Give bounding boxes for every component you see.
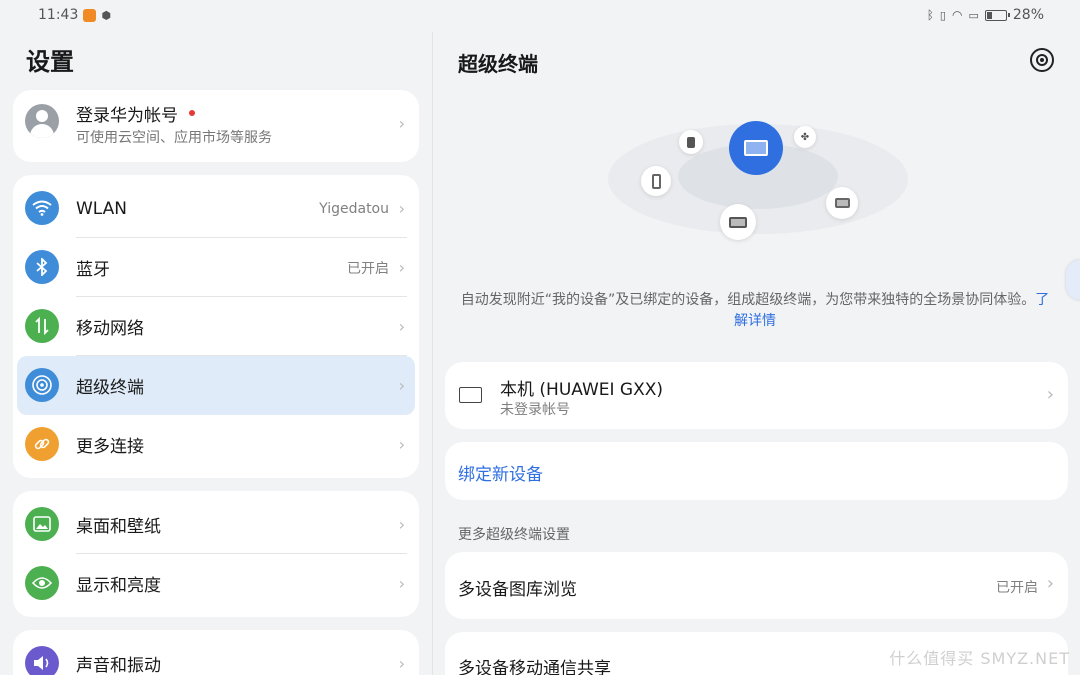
eye-icon [25,566,59,600]
device-radar: ✤ [608,104,908,244]
sidebar-item-mobile-network[interactable]: 移动网络 › [13,297,419,356]
bluetooth-status-icon: ᛒ [926,8,934,22]
this-device-subtitle: 未登录帐号 [500,402,570,418]
bind-new-device-button[interactable]: 绑定新设备 [445,442,1068,500]
chevron-right-icon: › [1046,573,1054,594]
notification-dot [189,110,195,116]
tablet-outline-icon [459,387,482,403]
chevron-right-icon: › [1046,384,1054,405]
this-device-title: 本机 (HUAWEI GXX) [500,380,664,400]
device-this-tablet[interactable] [729,121,783,175]
super-device-icon [25,368,59,402]
speaker-device-icon [687,136,695,148]
this-device-card[interactable]: 本机 (HUAWEI GXX) 未登录帐号 › [445,362,1068,429]
mobile-data-icon [25,309,59,343]
setting-value: 已开启 [996,580,1038,596]
sidebar-item-label: 声音和振动 [76,656,161,675]
sidebar-item-label: 更多连接 [76,437,144,457]
phone-icon [651,173,661,189]
display-group: 桌面和壁纸 › 显示和亮度 › [13,491,419,617]
account-card[interactable]: 登录华为帐号 可使用云空间、应用市场等服务 › [13,90,419,162]
sidebar-item-label: 桌面和壁纸 [76,517,161,537]
laptop-icon [729,216,747,228]
shield-icon: ⬢ [101,8,111,22]
device-phone[interactable] [641,166,671,196]
account-subtitle: 可使用云空间、应用市场等服务 [76,130,272,146]
sidebar-item-more-connections[interactable]: 更多连接 › [13,415,419,474]
status-bar: 11:43 ⬢ ᛒ ▯ ◠ ▭ 28% [0,0,1080,32]
vibrate-icon: ▯ [939,8,946,22]
bluetooth-icon [25,250,59,284]
sidebar-item-bluetooth[interactable]: 蓝牙 已开启 › [13,238,419,297]
status-time: 11:43 [38,7,79,23]
feature-description: 自动发现附近“我的设备”及已绑定的设备，组成超级终端，为您带来独特的全场景协同体… [460,292,1050,329]
wifi-status-icon: ◠ [951,8,963,22]
super-device-panel: 超级终端 ✤ 自动发现附近“我的设备”及已绑定的设备，组成超级终端，为您带来独特… [433,32,1080,675]
section-header: 更多超级终端设置 [458,527,570,543]
sidebar-item-wlan[interactable]: WLAN Yigedatou › [13,179,419,238]
device-earbuds[interactable]: ✤ [794,126,816,148]
watermark: 什么值得买 SMYZ.NET [889,649,1070,668]
chevron-right-icon: › [398,515,405,534]
sidebar-item-label: 显示和亮度 [76,576,161,596]
sound-group: 声音和振动 › [13,630,419,675]
chevron-right-icon: › [398,654,405,673]
link-icon [25,427,59,461]
wifi-icon [25,191,59,225]
bind-new-device-label: 绑定新设备 [458,465,543,485]
settings-sidebar: 设置 登录华为帐号 可使用云空间、应用市场等服务 › WLAN Yigedato… [0,32,432,675]
battery-icon [984,9,1010,21]
bluetooth-status: 已开启 [347,260,389,277]
chevron-right-icon: › [398,376,405,395]
setting-label: 多设备移动通信共享 [458,659,611,675]
gallery-browse-setting[interactable]: 多设备图库浏览 已开启 › [445,552,1068,619]
panel-title: 超级终端 [458,52,538,76]
chevron-right-icon: › [398,317,405,336]
connectivity-group: WLAN Yigedatou › 蓝牙 已开启 › 移动网络 › 超级终端 › … [13,175,419,478]
sidebar-item-label: 移动网络 [76,319,144,339]
sidebar-item-display[interactable]: 显示和亮度 › [13,554,419,613]
radar-scan-button[interactable] [1030,48,1054,72]
device-speaker[interactable] [679,130,703,154]
video-app-icon [83,8,97,22]
avatar [25,104,59,138]
sidebar-item-label: 蓝牙 [76,260,110,280]
laptop-icon [834,198,850,208]
side-bar-handle[interactable] [1066,260,1080,300]
chevron-right-icon: › [398,435,405,454]
sidebar-item-wallpaper[interactable]: 桌面和壁纸 › [13,495,419,554]
sidebar-item-label: WLAN [76,198,128,219]
sidebar-item-label: 超级终端 [76,378,144,398]
sidebar-item-super-device[interactable]: 超级终端 › [17,356,415,415]
setting-label: 多设备图库浏览 [458,580,577,600]
chevron-right-icon: › [398,574,405,593]
wallpaper-icon [25,507,59,541]
battery-percent: 28% [1012,7,1044,23]
sidebar-item-sound[interactable]: 声音和振动 › [13,634,419,675]
device-laptop-bottom[interactable] [720,204,756,240]
screen-cast-icon: ▭ [968,8,979,22]
wlan-network-name: Yigedatou [319,200,389,217]
account-title: 登录华为帐号 [76,106,178,126]
tablet-icon [744,140,768,156]
chevron-right-icon: › [398,199,405,218]
chevron-right-icon: › [398,114,405,133]
speaker-icon [25,646,59,675]
device-laptop-right[interactable] [826,187,858,219]
chevron-right-icon: › [398,258,405,277]
page-title: 设置 [26,48,74,76]
earbuds-icon: ✤ [800,131,810,143]
